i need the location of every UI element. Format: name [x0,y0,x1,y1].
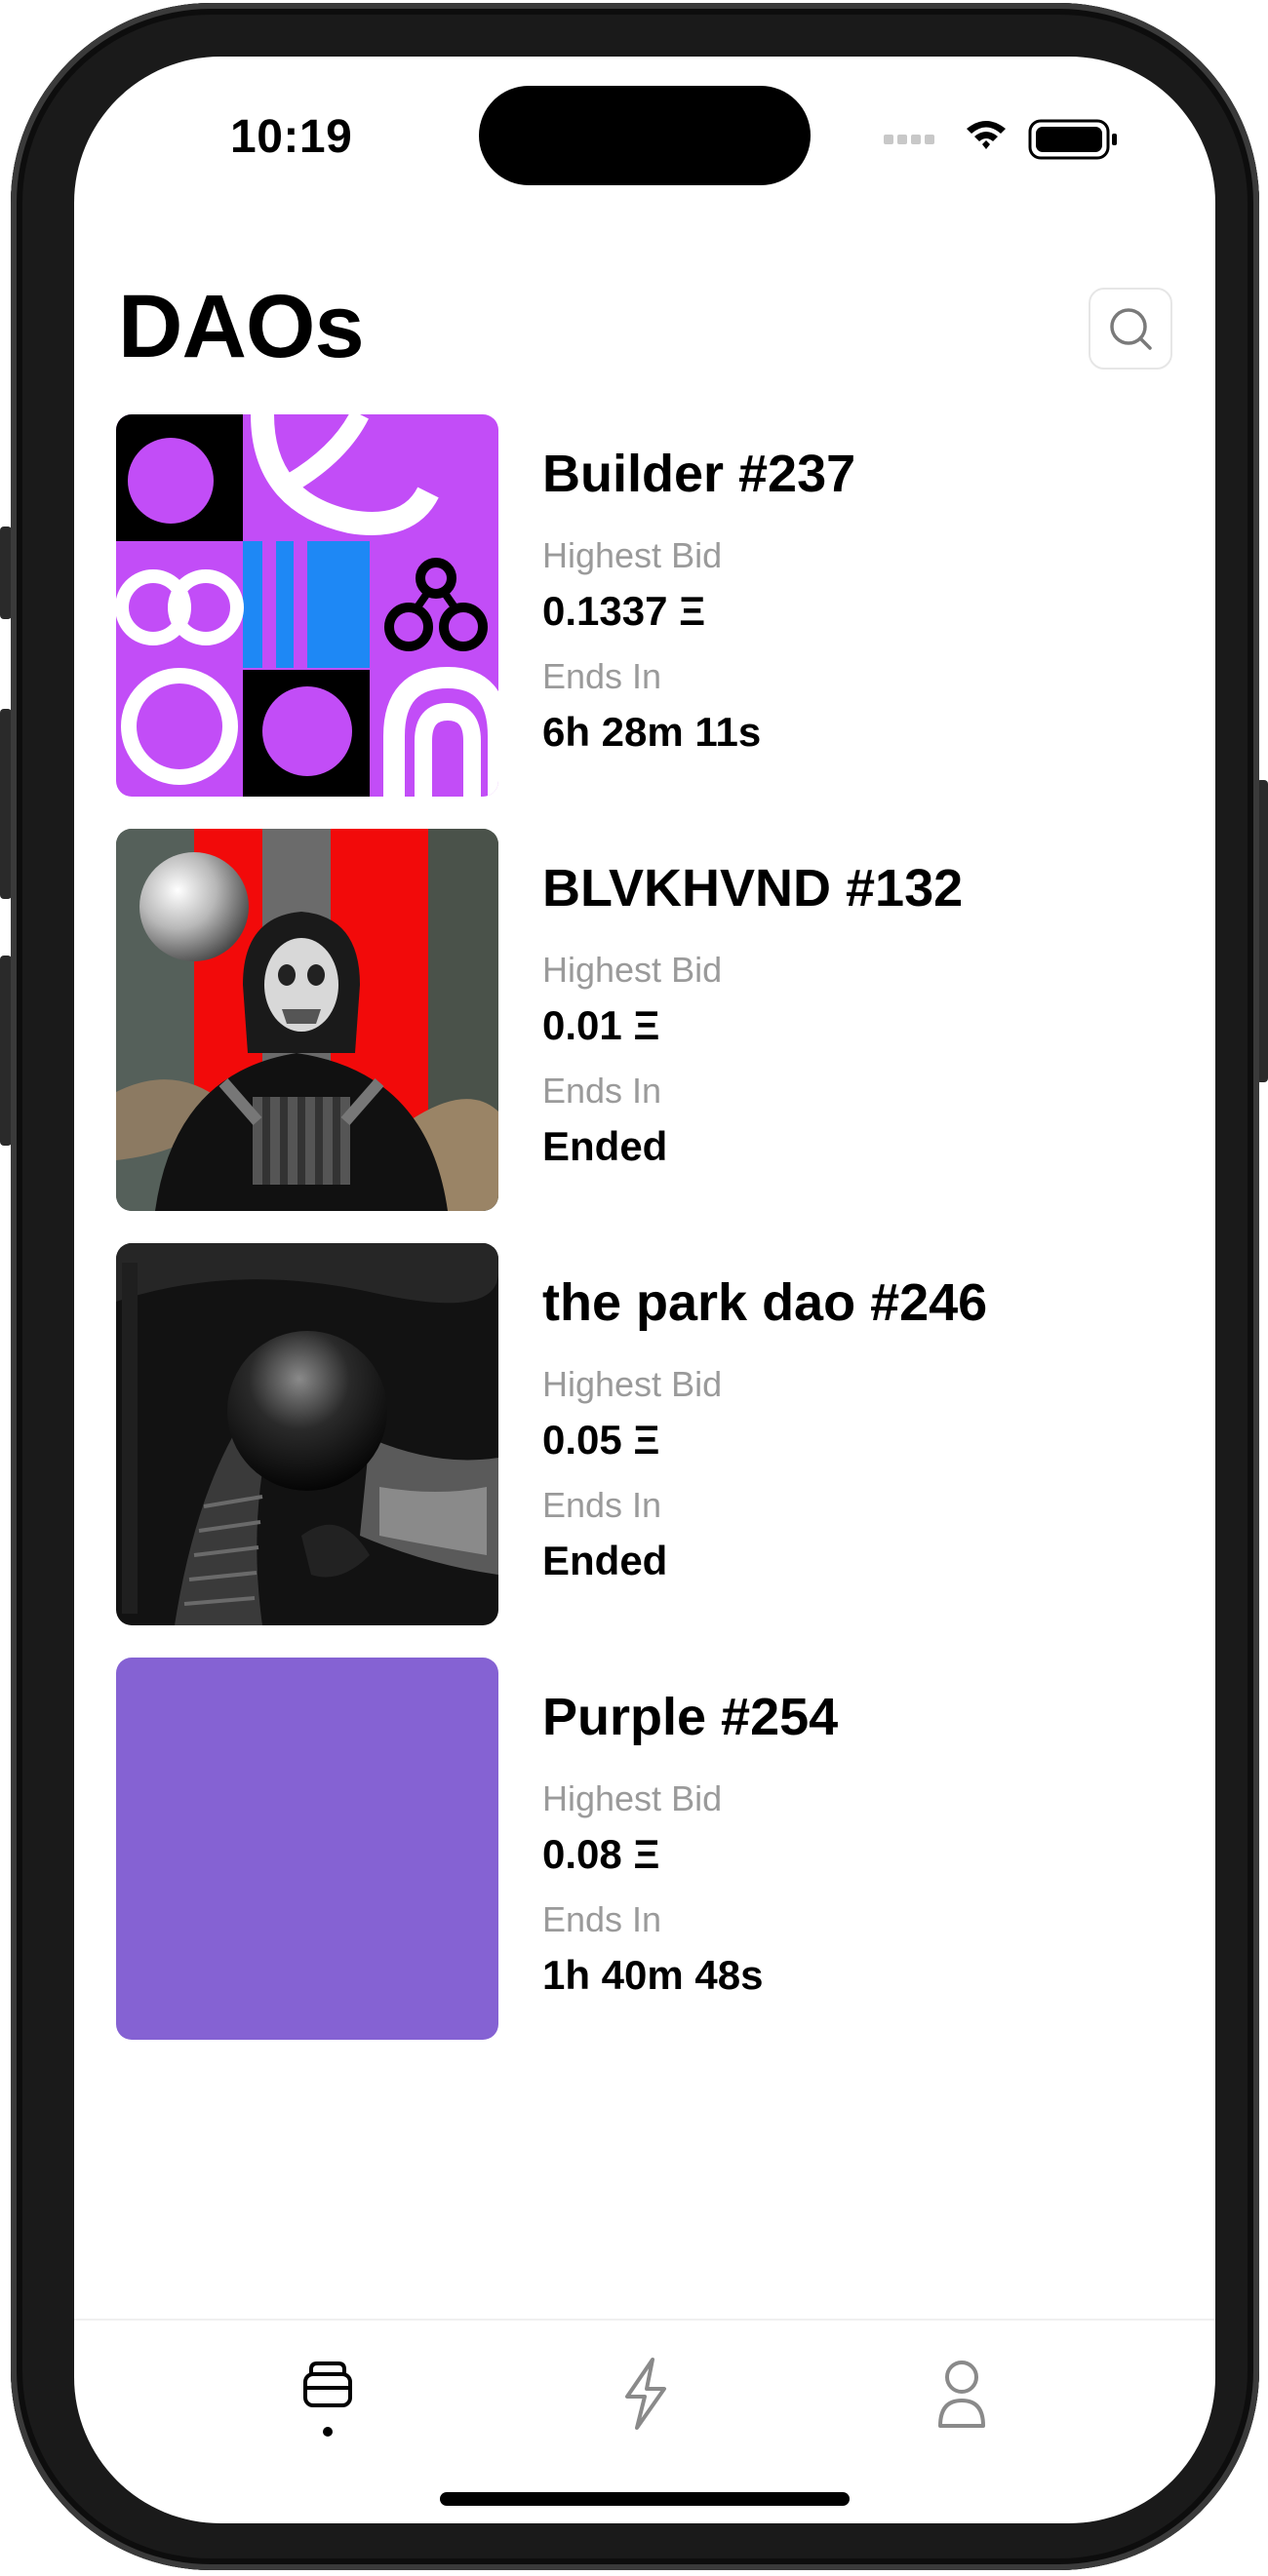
tab-profile[interactable] [913,2348,1010,2455]
dao-artwork-blvkhvnd [116,829,498,1211]
highest-bid-value: 0.01 Ξ [542,1002,660,1048]
highest-bid-value: 0.1337 Ξ [542,588,706,634]
dynamic-island [479,86,811,185]
highest-bid-label: Highest Bid [542,1364,723,1404]
highest-bid-label: Highest Bid [542,1778,723,1818]
phone-frame: 10:19 DAOs Builder #237 Highest Bid 0.13… [11,3,1259,2570]
person-icon [938,2361,985,2428]
ends-in-label: Ends In [542,1485,662,1525]
ends-in-value: Ended [542,1123,668,1169]
ends-in-label: Ends In [542,1899,662,1939]
dao-artwork-purple [116,1658,498,2040]
dao-name: BLVKHVND #132 [542,859,964,917]
ends-in-value: 6h 28m 11s [542,709,762,755]
dao-name: Purple #254 [542,1688,839,1746]
status-icons [884,119,1117,160]
highest-bid-label: Highest Bid [542,950,723,990]
app-screen: 10:19 DAOs Builder #237 Highest Bid 0.13… [74,57,1215,2523]
status-time: 10:19 [230,111,353,163]
ends-in-label: Ends In [542,656,662,696]
tab-activity[interactable] [596,2348,693,2455]
highest-bid-value: 0.05 Ξ [542,1417,660,1463]
search-icon [1110,308,1152,350]
cellular-signal-icon [884,135,934,144]
dao-name: the park dao #246 [542,1273,988,1332]
dao-card-blvkhvnd[interactable]: BLVKHVND #132 Highest Bid 0.01 Ξ Ends In… [116,829,1179,1211]
dao-card-park-dao[interactable]: the park dao #246 Highest Bid 0.05 Ξ End… [116,1243,1179,1625]
tab-daos[interactable] [279,2348,376,2455]
lightning-icon [625,2358,666,2430]
home-indicator[interactable] [440,2492,850,2506]
stack-icon [303,2361,352,2437]
highest-bid-value: 0.08 Ξ [542,1831,660,1877]
dao-name: Builder #237 [542,445,856,503]
dao-card-purple[interactable]: Purple #254 Highest Bid 0.08 Ξ Ends In 1… [116,1658,1179,2040]
dao-artwork-builder [116,414,498,797]
search-button[interactable] [1089,288,1172,370]
dao-artwork-park-dao [116,1243,498,1625]
battery-icon [1028,119,1117,160]
ends-in-value: 1h 40m 48s [542,1952,764,1998]
highest-bid-label: Highest Bid [542,535,723,575]
page-title: DAOs [118,277,365,376]
tab-bar-divider [74,2319,1215,2321]
ends-in-value: Ended [542,1538,668,1583]
wifi-icon [967,121,1006,149]
dao-card-builder[interactable]: Builder #237 Highest Bid 0.1337 Ξ Ends I… [116,414,1179,797]
ends-in-label: Ends In [542,1071,662,1111]
